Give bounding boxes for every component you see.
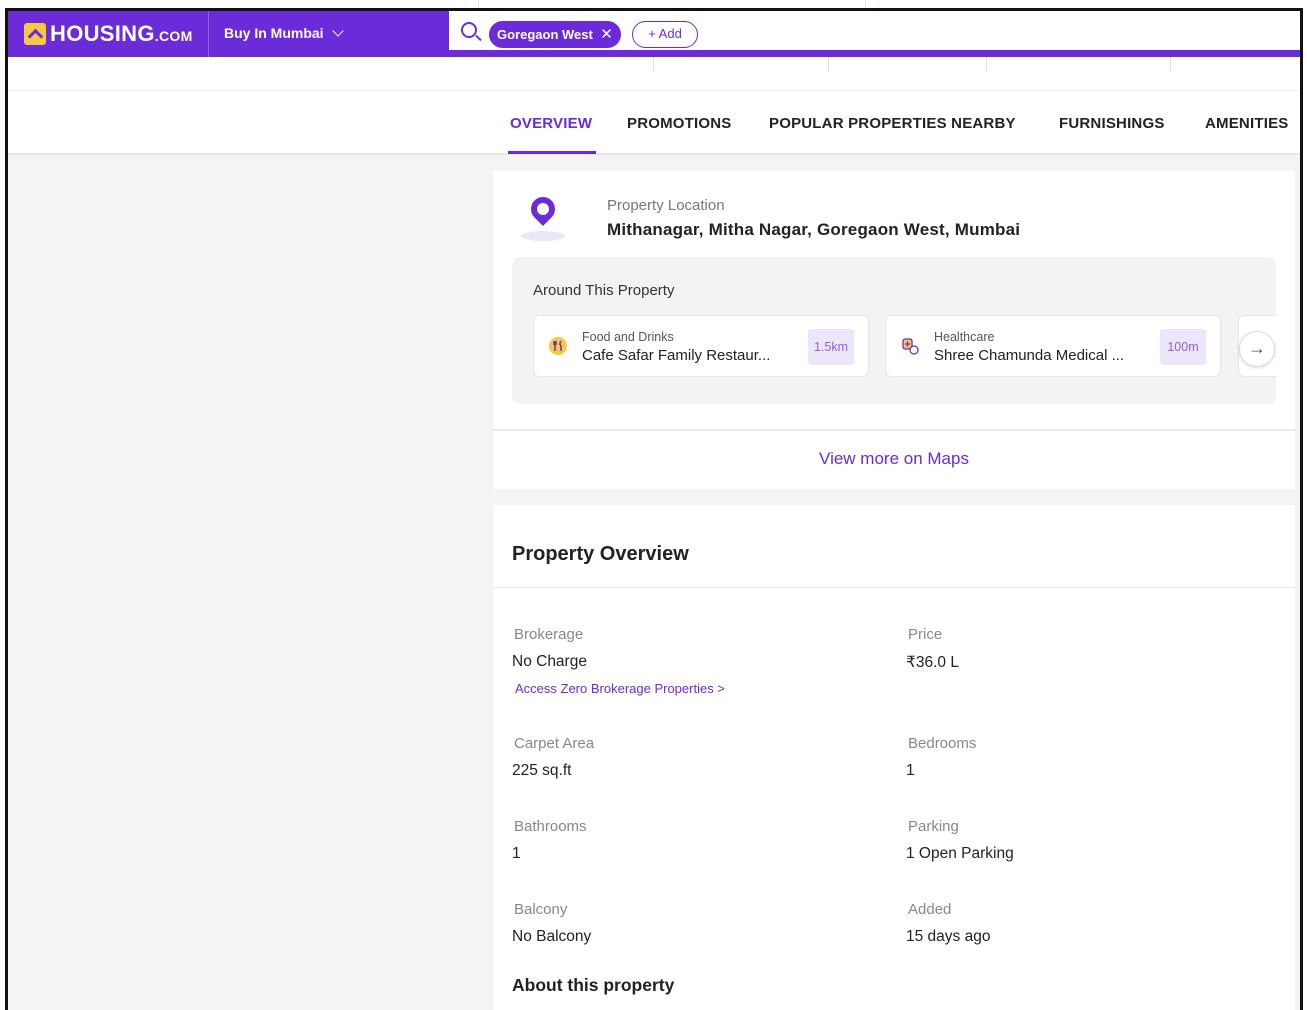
overview-value: 1 Open Parking — [906, 845, 1014, 862]
divider — [1170, 57, 1171, 71]
property-overview-card: Property Overview Brokerage No Charge Ac… — [493, 505, 1295, 1010]
search-icon — [461, 22, 477, 38]
tab-amenities[interactable]: AMENITIES — [1205, 115, 1288, 132]
topbar-divider — [208, 11, 209, 57]
locality-chip-label: Goregaon West — [497, 27, 593, 42]
property-address: Mithanagar, Mitha Nagar, Goregaon West, … — [607, 220, 1021, 239]
overview-label: Bathrooms — [514, 818, 587, 835]
overview-label: Carpet Area — [514, 735, 595, 752]
overview-label: Brokerage — [514, 626, 584, 643]
close-icon[interactable]: ✕ — [600, 21, 613, 48]
around-this-property-title: Around This Property — [533, 282, 675, 299]
browser-frame: HOUSING.COM Buy In Mumbai Goregaon West … — [5, 8, 1303, 1010]
nearby-place-distance: 1.5km — [808, 329, 854, 365]
divider — [828, 57, 829, 71]
location-pin-icon — [517, 192, 571, 243]
overview-value: No Charge — [512, 653, 587, 670]
housing-logo[interactable]: HOUSING.COM — [24, 21, 193, 47]
top-navigation-bar: HOUSING.COM Buy In Mumbai Goregaon West … — [8, 11, 1300, 57]
nearby-place-card[interactable]: Healthcare Shree Chamunda Medical ... 10… — [885, 315, 1221, 377]
about-this-property-title: About this property — [512, 975, 675, 995]
tab-popular-properties-nearby[interactable]: POPULAR PROPERTIES NEARBY — [769, 115, 1016, 132]
city-selector-dropdown[interactable]: Buy In Mumbai — [224, 25, 344, 41]
logo-text: HOUSING.COM — [50, 21, 193, 46]
property-location-card: Property Location Mithanagar, Mitha Naga… — [493, 171, 1295, 489]
search-bar[interactable]: Goregaon West ✕ + Add — [449, 11, 1300, 54]
locality-chip[interactable]: Goregaon West ✕ — [489, 21, 621, 48]
overview-label: Balcony — [514, 901, 568, 918]
nearby-place-category: Food and Drinks — [582, 330, 674, 344]
overview-value: 15 days ago — [906, 928, 991, 945]
property-location-label: Property Location — [607, 197, 725, 214]
overview-label: Bedrooms — [908, 735, 977, 752]
active-tab-indicator — [508, 151, 596, 154]
chevron-down-icon — [331, 25, 344, 37]
tab-promotions[interactable]: PROMOTIONS — [627, 115, 732, 132]
fork-knife-icon — [549, 337, 567, 355]
zero-brokerage-link[interactable]: Access Zero Brokerage Properties > — [515, 681, 725, 696]
medical-icon — [902, 338, 919, 355]
decorative-line — [865, 0, 866, 8]
decorative-line — [478, 0, 479, 8]
nearby-place-category: Healthcare — [934, 330, 995, 344]
overview-label: Added — [908, 901, 952, 918]
overview-value: ₹36.0 L — [906, 654, 959, 671]
overview-value: 225 sq.ft — [512, 762, 572, 779]
divider — [986, 57, 987, 71]
tab-overview[interactable]: OVERVIEW — [510, 115, 592, 132]
overview-value: 1 — [906, 762, 915, 779]
divider — [493, 429, 1295, 431]
nearby-place-distance: 100m — [1160, 329, 1206, 365]
divider — [493, 587, 1295, 588]
tab-furnishings[interactable]: FURNISHINGS — [1059, 115, 1165, 132]
arrow-right-icon[interactable]: → — [1239, 331, 1275, 367]
nearby-place-card[interactable]: Food and Drinks Cafe Safar Family Restau… — [533, 315, 869, 377]
nearby-place-name: Shree Chamunda Medical ... — [934, 347, 1125, 364]
section-tabs: OVERVIEW PROMOTIONS POPULAR PROPERTIES N… — [8, 91, 1300, 155]
view-more-on-maps-link[interactable]: View more on Maps — [493, 449, 1295, 469]
secondary-bar — [8, 57, 1300, 91]
overview-label: Price — [908, 626, 943, 643]
divider — [653, 57, 654, 71]
nearby-place-name: Cafe Safar Family Restaur... — [582, 347, 771, 364]
overview-value: 1 — [512, 845, 521, 862]
logo-house-icon — [24, 23, 46, 45]
city-selector-label: Buy In Mumbai — [224, 25, 324, 41]
add-locality-button[interactable]: + Add — [632, 21, 698, 48]
overview-label: Parking — [908, 818, 959, 835]
around-this-property-panel: Around This Property Food and Drinks Caf… — [512, 257, 1276, 404]
overview-value: No Balcony — [512, 928, 592, 945]
property-overview-title: Property Overview — [512, 543, 689, 565]
